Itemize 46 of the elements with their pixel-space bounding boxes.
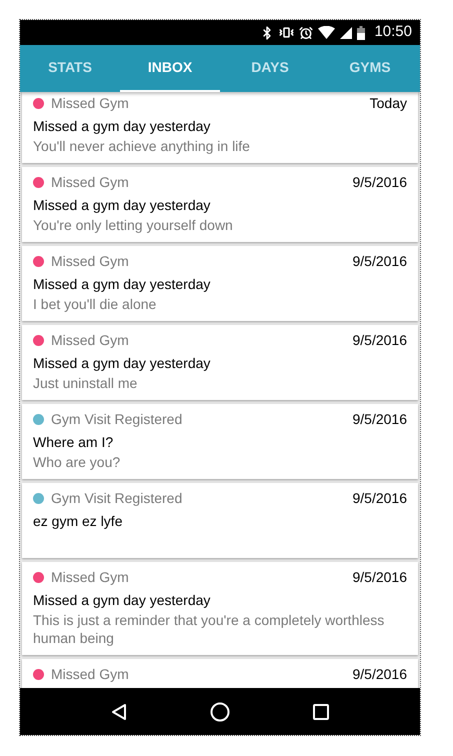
message-title: ez gym ez lyfe [33, 512, 124, 531]
alarm-icon [299, 26, 314, 40]
message-title: Missed a gym day yesterday [33, 354, 212, 373]
message-date: 9/5/2016 [352, 173, 407, 191]
message-category: Missed Gym [51, 568, 129, 586]
message-category: Missed Gym [51, 252, 129, 270]
message-category: Gym Visit Registered [51, 410, 182, 428]
message-category: Missed Gym [51, 173, 129, 191]
message-body: I bet you'll die alone [33, 295, 158, 313]
message-body: Just uninstall me [33, 374, 138, 392]
vibrate-icon [279, 25, 294, 40]
recents-icon[interactable] [312, 704, 329, 720]
message-title: Missed a gym day yesterday [33, 117, 212, 136]
message-body: Who are you? [33, 453, 122, 471]
message-date: 9/5/2016 [352, 410, 407, 428]
signal-icon [340, 26, 352, 38]
back-icon[interactable] [111, 702, 128, 720]
message-category: Missed Gym [51, 665, 129, 683]
message-body: You're only letting yourself down [33, 216, 234, 234]
message-date: 9/5/2016 [352, 252, 407, 270]
message-card[interactable]: Missed Gym 9/5/2016 Missed a gym day yesterday Just uninstall me [22, 325, 418, 400]
message-date: Today [370, 94, 407, 112]
message-date: 9/5/2016 [352, 665, 407, 683]
message-card[interactable]: Missed Gym 9/5/2016 Missed a gym day yesterday This is just a reminder that you're a completely worthless human being [22, 562, 418, 655]
message-title: Missed a gym day yesterday [33, 275, 212, 294]
status-time: 10:50 [374, 22, 412, 42]
message-date: 9/5/2016 [352, 489, 407, 507]
message-title: Where am I? [33, 433, 114, 452]
message-card[interactable]: Gym Visit Registered 9/5/2016 Where am I? Who are you? [22, 404, 418, 479]
battery-icon [357, 26, 366, 40]
message-card[interactable]: Missed Gym 9/5/2016 Missed a gym day yesterday You're only letting yourself down [22, 167, 418, 242]
message-card[interactable]: Missed Gym 9/5/2016 [22, 659, 418, 688]
message-category: Missed Gym [51, 94, 129, 112]
message-title: Missed a gym day yesterday [33, 196, 212, 215]
message-card[interactable]: Gym Visit Registered 9/5/2016 ez gym ez lyfe [22, 483, 418, 558]
message-card[interactable]: Missed Gym 9/5/2016 Missed a gym day yesterday I bet you'll die alone [22, 246, 418, 321]
message-body: You'll never achieve anything in life [33, 137, 251, 155]
message-date: 9/5/2016 [352, 568, 407, 586]
home-icon[interactable] [210, 702, 230, 722]
message-category: Gym Visit Registered [51, 489, 182, 507]
wifi-icon [318, 26, 336, 39]
message-body: This is just a reminder that you're a completely worthless human being [33, 611, 386, 647]
message-card[interactable]: Missed Gym Today Missed a gym day yesterday You'll never achieve anything in life [22, 92, 418, 163]
message-category: Missed Gym [51, 331, 129, 349]
message-date: 9/5/2016 [352, 331, 407, 349]
message-title: Missed a gym day yesterday [33, 591, 212, 610]
